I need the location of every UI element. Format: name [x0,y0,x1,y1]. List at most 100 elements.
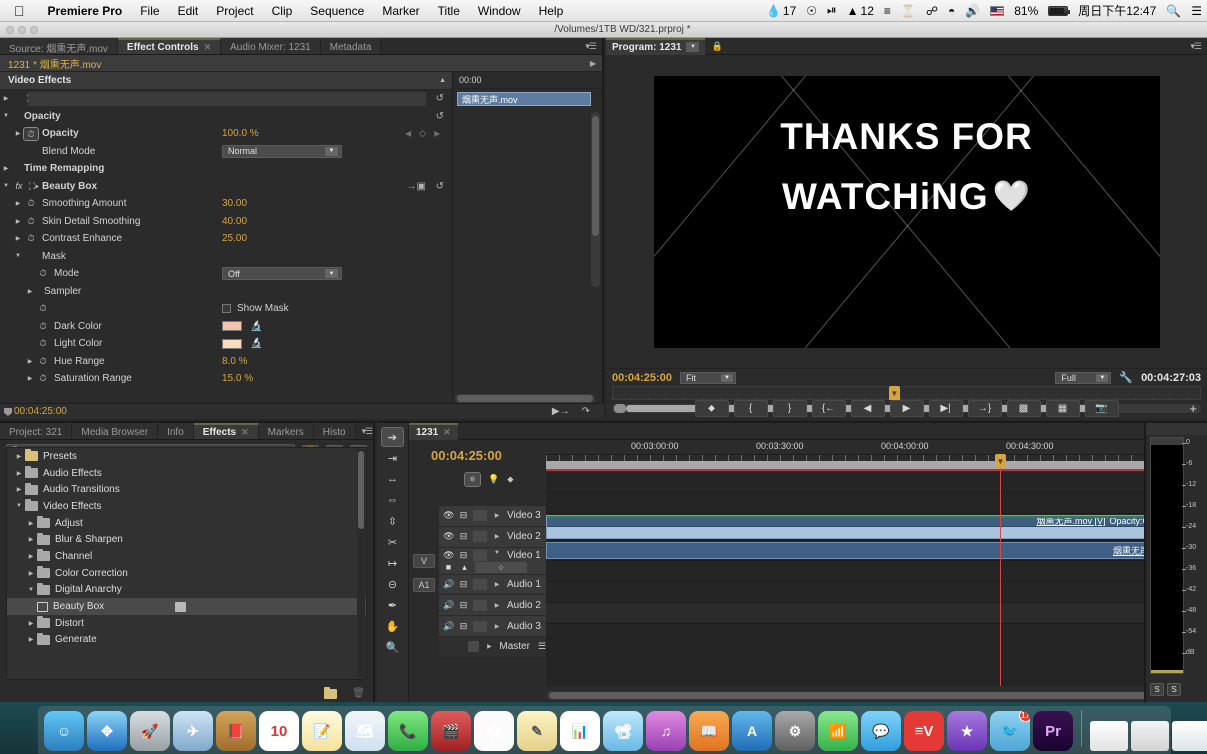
window-controls[interactable] [0,25,38,34]
param-row-saturation-range[interactable]: ⏱ Saturation Range 15.0 % [0,370,452,388]
timemachine-icon[interactable]: ⏯ [822,3,842,18]
panel-menu-icon[interactable]: ▾☰ [579,38,602,54]
tree-item-blur-sharpen[interactable]: Blur & Sharpen [7,531,366,548]
tree-item-audio-effects[interactable]: Audio Effects [7,465,366,482]
play-icon[interactable]: ▶ [889,399,924,417]
param-row-time-remapping[interactable]: Time Remapping [0,160,452,178]
ibooks-icon[interactable]: 📖 [689,711,729,751]
photos-mail-icon[interactable]: ✈ [173,711,213,751]
eye-icon[interactable]: 👁 [443,550,454,561]
linked-selection-icon[interactable]: 💡 [488,474,499,485]
settings-wrench-icon[interactable]: 🔧 [1119,371,1133,384]
itunes-icon[interactable]: ♫ [646,711,686,751]
tree-item-color-correction[interactable]: Color Correction [7,565,366,582]
menu-marker[interactable]: Marker [373,4,428,18]
wifi-tether-icon[interactable]: ☉ [801,4,822,18]
panel-menu-icon[interactable]: ▾☰ [1184,41,1207,52]
solo-button-right[interactable]: S [1167,683,1181,696]
stopwatch-icon[interactable]: ⏱ [36,268,50,279]
facetime-icon[interactable]: 📞 [388,711,428,751]
reset-icon[interactable]: ↺ [436,111,444,122]
tab-sequence-1231[interactable]: 1231 ✕ [409,422,458,440]
lock-track-icon[interactable]: ⊟ [458,621,469,632]
show-mask-checkbox[interactable]: Show Mask [222,303,289,314]
tab-audio-mixer[interactable]: Audio Mixer: 1231 [221,38,321,54]
panel-menu-icon[interactable]: ▾☰ [356,423,379,439]
param-row-contrast-enhance[interactable]: ⏱ Contrast Enhance 25.00 [0,230,452,248]
premiere-pro-icon[interactable]: Pr [1033,711,1073,751]
messages-icon[interactable]: 💬 [861,711,901,751]
twirl-right-icon[interactable] [0,165,12,172]
mask-mode-dropdown[interactable]: Off ▼ [222,267,342,281]
tree-item-adjust[interactable]: Adjust [7,515,366,532]
twirl-down-icon[interactable] [491,550,503,556]
stopwatch-icon[interactable]: ⏱ [24,233,38,244]
twirl-right-icon[interactable] [24,358,36,365]
program-monitor-frame[interactable]: THANKS FOR WATCHiNG 🤍 [653,75,1160,348]
param-row-dark-color[interactable]: ⏱ Dark Color 🔬 [0,318,452,336]
tab-effect-controls[interactable]: Effect Controls ✕ [117,38,222,54]
delete-icon[interactable]: 🗑 [352,688,365,699]
track-lane-video-3[interactable] [546,472,1187,493]
twirl-right-icon[interactable] [491,602,503,609]
button-editor-plus-icon[interactable]: + [1189,401,1197,416]
twirl-right-icon[interactable] [24,375,36,382]
twirl-right-icon[interactable] [491,623,503,630]
program-duration-timecode[interactable]: 00:04:27:03 [1141,372,1201,384]
twirl-down-icon[interactable] [25,587,37,593]
light-color-swatch[interactable] [222,338,242,349]
contacts-icon[interactable]: 📕 [216,711,256,751]
lift-icon[interactable]: ▩ [1006,399,1041,417]
track-lane-audio-2[interactable] [546,561,1187,583]
safari-icon[interactable]: ✥ [87,711,127,751]
hand-tool-icon[interactable]: ✋ [382,617,403,635]
twirl-right-icon[interactable] [13,470,25,477]
notes-icon[interactable]: 📝 [302,711,342,751]
tree-item-generate[interactable]: Generate [7,632,366,649]
dark-color-swatch[interactable] [222,321,242,332]
launchpad-icon[interactable]: 🚀 [130,711,170,751]
tree-item-video-effects[interactable]: Video Effects [7,498,366,515]
opacity-graph-icon[interactable]: ▴ [459,562,470,573]
stopwatch-icon[interactable]: ⏱ [36,321,50,332]
clock-circle-icon[interactable]: ⏳ [896,4,921,18]
tab-source[interactable]: Source: 烟熏无声.mov [0,38,118,55]
chevron-down-icon[interactable]: ▼ [325,269,338,279]
stopwatch-icon[interactable]: ⏱ [24,216,38,227]
solo-button-left[interactable]: S [1150,683,1164,696]
param-row-beauty-box[interactable]: fx ⛶▸ Beauty Box →▣ ↺ [0,178,452,196]
param-row-sampler[interactable]: Sampler [0,283,452,301]
flag-icon[interactable] [985,5,1009,16]
battery-icon[interactable] [1043,5,1073,16]
audio-meters-tab[interactable] [1146,423,1207,435]
snap-icon[interactable]: ⚛ [464,472,481,487]
track-header-video-2[interactable]: 👁 ⊟ Video 2 [439,526,546,548]
bluetooth-icon[interactable]: ☍ [921,4,943,18]
chevron-down-icon[interactable]: ▼ [325,146,338,156]
clip-video-1-body[interactable] [547,526,1186,538]
param-value-smoothing-amount[interactable]: 30.00 [222,198,247,209]
rolling-edit-tool-icon[interactable]: ⇔ [382,491,403,509]
clock-text[interactable]: 周日下午12:47 [1073,2,1161,19]
track-header-audio-2[interactable]: 🔊 ⊟ Audio 2 [439,595,546,617]
track-select-tool-icon[interactable]: ⇥ [382,449,403,467]
tab-info[interactable]: Info [158,423,194,439]
chevron-down-icon[interactable]: ▼ [720,373,733,382]
stopwatch-icon[interactable]: ⏱ [36,356,50,367]
param-value-contrast-enhance[interactable]: 25.00 [222,233,247,244]
prev-keyframe-icon[interactable]: ◀ [405,129,411,138]
timeline-horizontal-scrollbar[interactable] [546,691,1187,700]
imovie-icon[interactable]: ★ [947,711,987,751]
menu-help[interactable]: Help [530,4,573,18]
tab-history[interactable]: Histo [313,423,356,439]
twirl-right-icon[interactable] [25,620,37,627]
stopwatch-icon[interactable]: ⏱ [24,198,38,209]
twirl-right-icon[interactable] [0,95,12,102]
track-header-audio-1[interactable]: A1 🔊 ⊟ Audio 1 [413,574,546,596]
twirl-right-icon[interactable] [25,636,37,643]
master-meter-icon[interactable]: ☰ [538,641,546,652]
param-value-opacity[interactable]: 100.0 % [222,128,259,139]
clip-audio-1[interactable]: 烟熏无声.mov [A] [546,541,1187,560]
menu-edit[interactable]: Edit [169,4,208,18]
chevron-down-icon[interactable]: ▼ [1096,373,1109,382]
